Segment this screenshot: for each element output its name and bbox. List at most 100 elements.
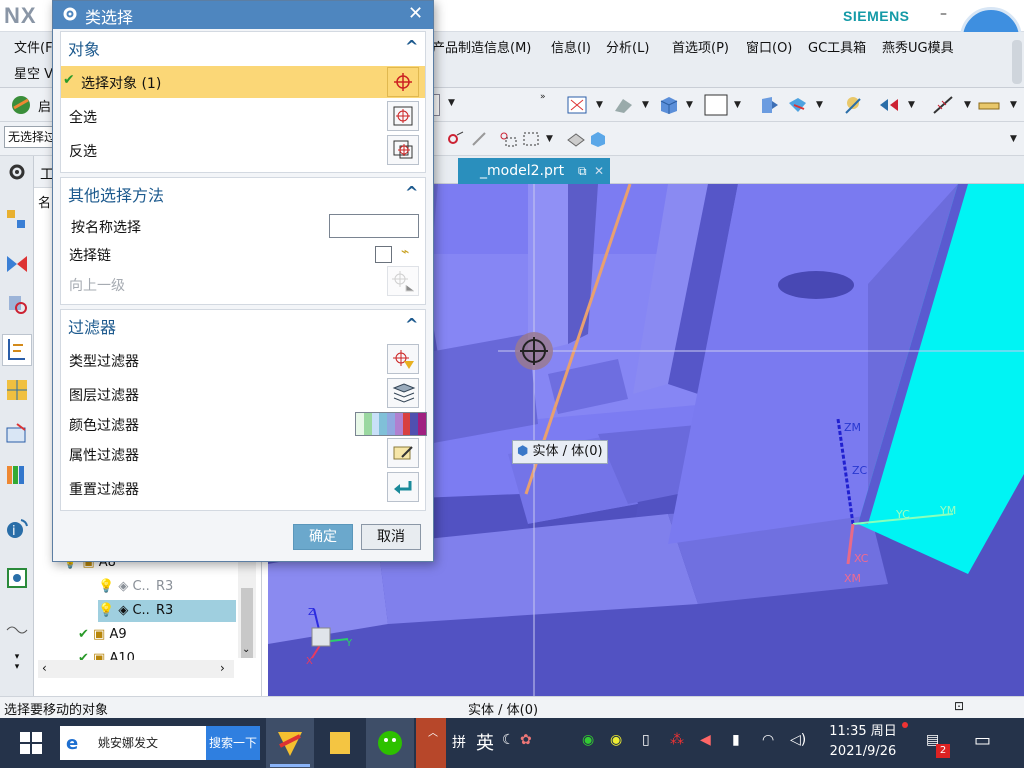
background-icon[interactable]	[704, 94, 728, 116]
type-filter-button[interactable]	[387, 344, 419, 374]
app-yellow-icon[interactable]: ◉	[610, 732, 622, 748]
rectangle-select-icon[interactable]	[522, 130, 544, 150]
chain-icon[interactable]: ⌁	[401, 244, 409, 260]
close-icon[interactable]: ✕	[594, 158, 604, 184]
scroll-down-icon[interactable]: ▾ ▾	[5, 652, 29, 676]
chevron-down-icon[interactable]: ▼	[908, 100, 915, 110]
select-object-button[interactable]	[387, 67, 419, 97]
select-all-button[interactable]	[387, 101, 419, 131]
chevron-down-icon[interactable]: ▼	[1010, 100, 1017, 110]
shade-icon[interactable]	[612, 95, 634, 115]
taskbar-search[interactable]: e 姚安娜发文 搜索一下	[60, 726, 260, 760]
taskbar-clock[interactable]: 11:35 周日 2021/9/26	[822, 722, 904, 762]
menu-yanxiu[interactable]: 燕秀UG模具	[882, 37, 954, 56]
fullscreen-icon[interactable]: ⊡	[954, 699, 964, 713]
ime-mode[interactable]: 拼	[452, 732, 466, 752]
dialog-title-bar[interactable]: 类选择 ✕	[53, 1, 433, 29]
layer-filter-button[interactable]	[387, 378, 419, 408]
app-green-icon[interactable]: ◉	[582, 732, 594, 748]
chevron-up-icon[interactable]: ^	[405, 183, 418, 202]
reset-filter-button[interactable]	[387, 472, 419, 502]
usb-icon[interactable]: ▯	[642, 732, 650, 748]
menu-analysis[interactable]: 分析(L)	[606, 37, 649, 56]
section-icon[interactable]	[758, 95, 780, 115]
invert-selection-row[interactable]: 反选	[61, 134, 425, 166]
speaker-icon[interactable]: ◁)	[790, 732, 806, 748]
constraint-navigator-icon[interactable]	[5, 252, 29, 276]
pin-icon[interactable]: ⧉	[578, 158, 587, 184]
taskbar-app-nx[interactable]	[266, 718, 314, 768]
menu-gc-toolbox[interactable]: GC工具箱	[808, 37, 866, 56]
assembly-navigator-icon[interactable]	[5, 208, 29, 232]
volume-mute-icon[interactable]: ◀	[700, 732, 711, 748]
windows-start-icon[interactable]	[20, 732, 42, 758]
wave-icon[interactable]	[5, 618, 29, 642]
chevron-down-icon[interactable]: ▼	[964, 100, 971, 110]
chevron-up-icon[interactable]: ︿	[428, 724, 438, 739]
section-other-header[interactable]: 其他选择方法 ^	[61, 178, 425, 208]
microphone-icon[interactable]: ▮	[732, 732, 740, 748]
search-input[interactable]: 姚安娜发文	[98, 726, 158, 760]
wifi-icon[interactable]: ◠	[762, 732, 774, 748]
chevron-up-icon[interactable]: ^	[405, 37, 418, 56]
invert-selection-button[interactable]	[387, 135, 419, 165]
chevron-down-icon[interactable]: ▼	[546, 134, 553, 144]
start-icon[interactable]	[10, 94, 32, 114]
menu-preferences[interactable]: 首选项(P)	[672, 37, 729, 56]
part-navigator-icon[interactable]	[5, 292, 29, 316]
chevron-down-icon[interactable]: ▼	[596, 100, 603, 110]
chevron-up-icon[interactable]: ^	[405, 315, 418, 334]
moon-icon[interactable]: ☾	[502, 732, 515, 748]
measure-icon[interactable]	[932, 95, 954, 115]
menu-file[interactable]: 文件(F	[14, 37, 53, 56]
navigator-column-name[interactable]: 名	[38, 192, 51, 211]
tree-row[interactable]: 💡 ◈ C.. R3	[98, 600, 236, 622]
filter-body-icon[interactable]	[566, 130, 588, 150]
minimize-button[interactable]: –	[940, 6, 947, 22]
section-object-header[interactable]: 对象 ^	[61, 32, 425, 62]
snap-line-icon[interactable]	[470, 130, 492, 150]
chevron-down-icon[interactable]: ▼	[642, 100, 649, 110]
chevron-left-icon[interactable]: ‹	[42, 661, 47, 675]
history-navigator-icon[interactable]	[2, 334, 32, 366]
select-by-name-input[interactable]	[329, 214, 419, 238]
cancel-button[interactable]: 取消	[361, 524, 421, 550]
chevron-down-icon[interactable]: ▼	[816, 100, 823, 110]
fit-view-icon[interactable]	[566, 95, 588, 115]
cube-icon[interactable]	[658, 95, 680, 115]
menu-info[interactable]: 信息(I)	[551, 37, 591, 56]
select-object-row[interactable]: ✔ 选择对象 (1)	[61, 66, 425, 98]
gear-icon[interactable]	[62, 6, 78, 22]
system-materials-icon[interactable]	[5, 566, 29, 590]
select-region-icon[interactable]	[498, 130, 520, 150]
chevron-down-icon[interactable]: ▼	[686, 100, 693, 110]
section-filter-header[interactable]: 过滤器 ^	[61, 310, 425, 340]
menu-xingkong[interactable]: 星空 V	[14, 63, 53, 82]
chat-icon[interactable]: ▭	[974, 730, 991, 751]
clip-icon[interactable]	[786, 95, 808, 115]
close-icon[interactable]: ✕	[408, 3, 423, 24]
chevron-right-icon[interactable]: »	[540, 92, 546, 102]
menu-pmi[interactable]: 产品制造信息(M)	[432, 37, 531, 56]
start-label[interactable]: 启	[38, 96, 51, 115]
ok-button[interactable]: 确定	[293, 524, 353, 550]
menu-window[interactable]: 窗口(O)	[746, 37, 792, 56]
navigator-hscroll[interactable]: ‹ ›	[38, 660, 234, 678]
move-object-icon[interactable]	[878, 95, 900, 115]
chevron-down-icon[interactable]: ▼	[448, 98, 455, 108]
menu-scroll[interactable]	[1012, 40, 1022, 84]
app-red-icon[interactable]: ⁂	[670, 732, 684, 748]
tab-model2[interactable]: _model2.prt ⧉ ✕	[458, 158, 610, 184]
taskbar-app-wechat[interactable]	[366, 718, 414, 768]
search-button[interactable]: 搜索一下	[206, 726, 260, 760]
taskbar-app-explorer[interactable]	[316, 718, 364, 768]
filter-solid-icon[interactable]	[588, 130, 610, 150]
gear-icon[interactable]	[5, 160, 29, 184]
reuse-library-icon[interactable]	[5, 378, 29, 402]
up-one-level-button[interactable]	[387, 266, 419, 296]
snap-point-icon[interactable]	[446, 130, 468, 150]
palette-icon[interactable]	[5, 462, 29, 486]
chevron-right-icon[interactable]: ›	[220, 661, 225, 675]
attribute-filter-button[interactable]	[387, 438, 419, 468]
ime-language[interactable]: 英	[476, 729, 494, 755]
